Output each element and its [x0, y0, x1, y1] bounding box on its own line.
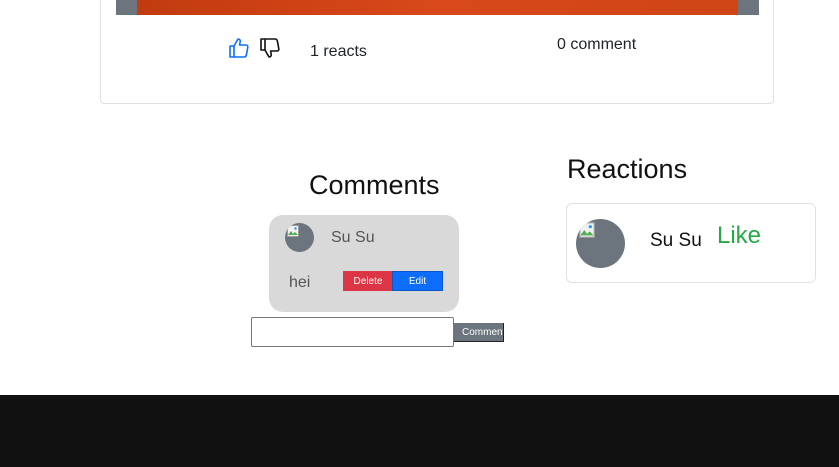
- comment-author: Su Su: [331, 229, 375, 246]
- thumbs-down-icon[interactable]: [258, 36, 282, 60]
- comment-count: 0 comment: [557, 36, 637, 53]
- edit-comment-button[interactable]: Edit: [392, 271, 443, 291]
- delete-comment-button[interactable]: Delete: [343, 271, 393, 291]
- comment-item: Su Su hei Delete Edit: [269, 215, 459, 312]
- thumbs-up-icon[interactable]: [227, 36, 251, 60]
- broken-image-icon: [579, 222, 595, 238]
- post-image: [137, 0, 738, 15]
- comment-text: hei: [289, 274, 311, 291]
- post-image-frame: [116, 0, 759, 15]
- reaction-item: Su Su Like: [566, 203, 816, 283]
- post-card: 1 reacts 0 comment: [100, 0, 774, 104]
- reactions-heading: Reactions: [567, 154, 688, 184]
- comments-heading: Comments: [309, 170, 440, 200]
- reaction-type: Like: [717, 222, 762, 249]
- comment-input[interactable]: [251, 317, 454, 347]
- footer: [0, 395, 839, 467]
- comment-submit-button[interactable]: Comment: [454, 323, 504, 342]
- reaction-user: Su Su: [650, 230, 702, 251]
- avatar: [285, 223, 314, 252]
- broken-image-icon: [287, 225, 299, 237]
- reacts-count: 1 reacts: [310, 43, 367, 60]
- avatar: [576, 219, 625, 268]
